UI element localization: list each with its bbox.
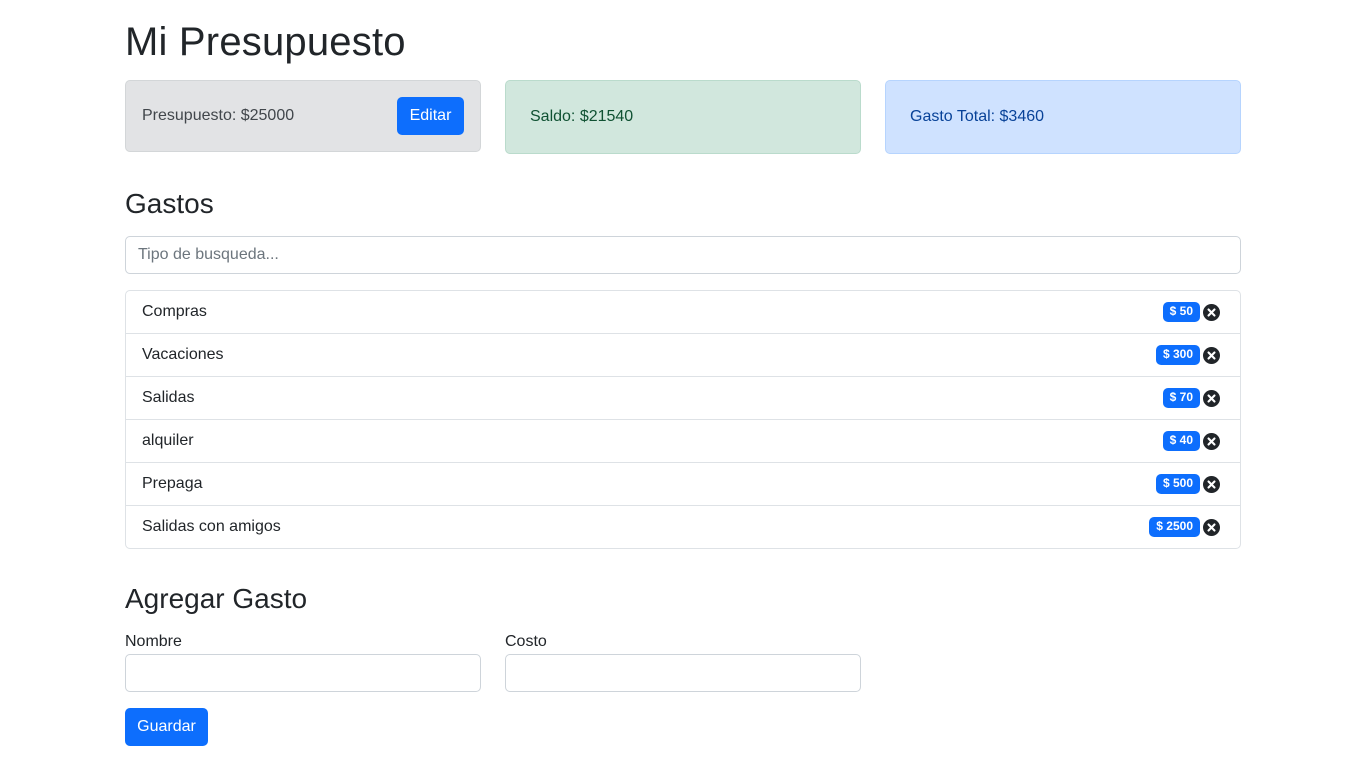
cost-badge: $ 2500 [1149, 517, 1200, 537]
expense-name: alquiler [142, 432, 194, 449]
cost-label: Costo [505, 633, 547, 650]
total-spent-card: Gasto Total: $3460 [885, 80, 1241, 154]
expenses-title: Gastos [125, 188, 214, 219]
cost-badge: $ 50 [1162, 302, 1200, 322]
list-item: Compras $ 50 [126, 291, 1240, 334]
cost-badge: $ 70 [1162, 388, 1200, 408]
list-item: Salidas $ 70 [126, 377, 1240, 420]
page-title: Mi Presupuesto [125, 20, 406, 64]
list-item: Vacaciones $ 300 [126, 334, 1240, 377]
cost-badge: $ 300 [1155, 345, 1200, 365]
name-input[interactable] [125, 654, 481, 692]
list-item: Prepaga $ 500 [126, 463, 1240, 506]
close-circle-icon[interactable] [1203, 475, 1220, 493]
summary-row: Presupuesto: $25000 Editar Saldo: $21540… [125, 80, 1241, 154]
balance-card: Saldo: $21540 [505, 80, 861, 154]
expense-list: Compras $ 50 Vacaciones $ 300 Salidas $ … [125, 290, 1241, 549]
list-item: Salidas con amigos $ 2500 [126, 506, 1240, 548]
cost-input[interactable] [505, 654, 861, 692]
cost-badge: $ 40 [1162, 431, 1200, 451]
expense-name: Compras [142, 303, 207, 320]
close-circle-icon[interactable] [1203, 346, 1220, 364]
close-circle-icon[interactable] [1203, 432, 1220, 450]
balance-text: Saldo: $21540 [530, 108, 634, 125]
list-item: alquiler $ 40 [126, 420, 1240, 463]
search-input[interactable] [125, 236, 1241, 274]
expense-name: Prepaga [142, 475, 203, 492]
total-spent-text: Gasto Total: $3460 [910, 108, 1045, 125]
cost-badge: $ 500 [1155, 474, 1200, 494]
name-label: Nombre [125, 633, 182, 650]
expense-name: Salidas con amigos [142, 518, 281, 535]
add-expense-title: Agregar Gasto [125, 583, 308, 614]
budget-card: Presupuesto: $25000 Editar [125, 80, 481, 152]
save-button[interactable]: Guardar [125, 708, 208, 746]
close-circle-icon[interactable] [1203, 518, 1220, 536]
edit-budget-button[interactable]: Editar [397, 97, 464, 135]
budget-text: Presupuesto: $25000 [142, 107, 295, 124]
close-circle-icon[interactable] [1203, 303, 1220, 321]
expense-name: Salidas [142, 389, 195, 406]
expense-name: Vacaciones [142, 346, 224, 363]
close-circle-icon[interactable] [1203, 389, 1220, 407]
